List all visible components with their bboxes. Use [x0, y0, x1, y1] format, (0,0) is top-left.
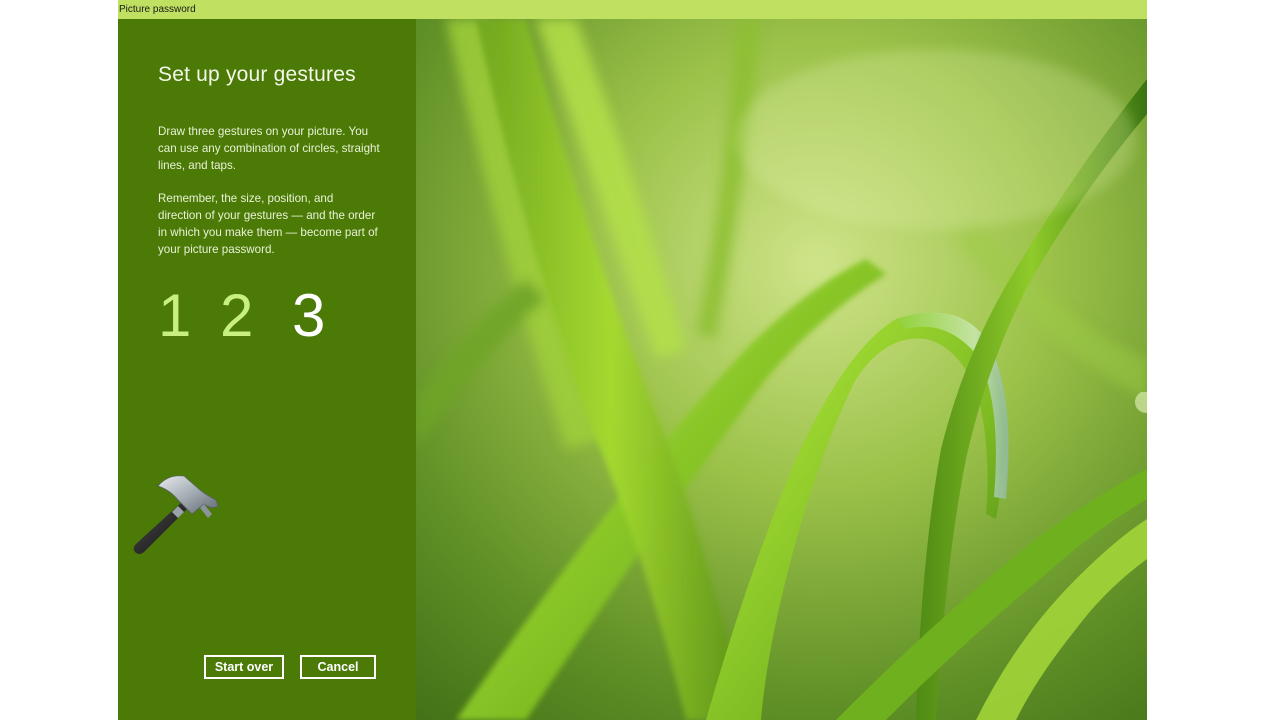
instructions-paragraph-1: Draw three gestures on your picture. You…	[158, 125, 380, 172]
picture-password-window: Picture password Set up your gestures Dr…	[118, 0, 1147, 720]
panel-heading: Set up your gestures	[158, 63, 356, 86]
arrow-cursor-icon	[1134, 392, 1147, 422]
window-title: Picture password	[119, 4, 196, 15]
cancel-button[interactable]: Cancel	[300, 655, 376, 679]
gesture-step-3: 3	[292, 282, 326, 349]
hammer-icon	[130, 472, 222, 556]
instructions-panel: Set up your gestures Draw three gestures…	[118, 19, 416, 720]
gesture-step-2: 2	[220, 282, 254, 349]
instructions-paragraph-2: Remember, the size, position, and direct…	[158, 192, 378, 256]
start-over-button[interactable]: Start over	[204, 655, 284, 679]
title-bar: Picture password	[118, 0, 1147, 19]
password-picture[interactable]	[416, 19, 1147, 720]
gesture-step-1: 1	[158, 282, 192, 349]
